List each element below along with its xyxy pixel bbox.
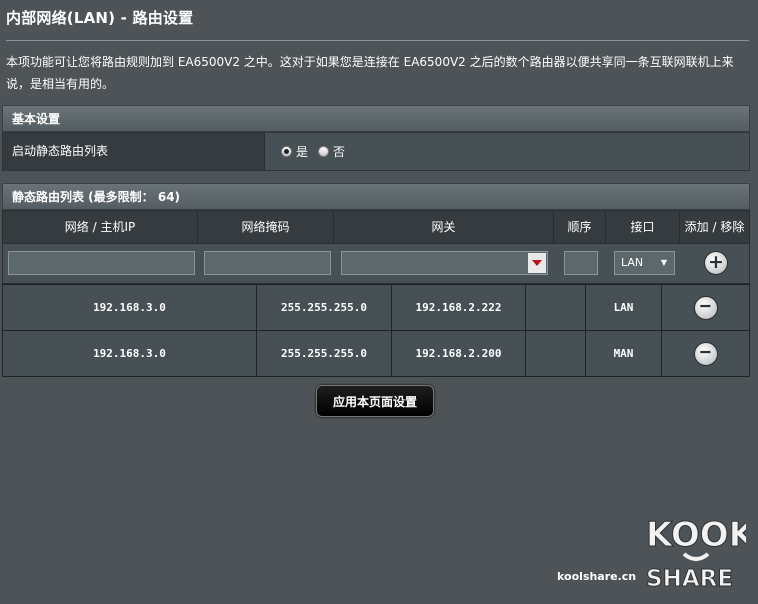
radio-no-label[interactable]: 否 (333, 143, 345, 160)
route-list-header: 静态路由列表 (最多限制： 64) (2, 183, 750, 210)
page-title: 内部网络(LAN) - 路由设置 (6, 9, 194, 27)
chevron-down-icon[interactable] (528, 253, 546, 273)
logo-top-text: KOOK (646, 515, 746, 555)
plus-circle-icon[interactable]: + (704, 251, 728, 275)
cell-gateway: 192.168.2.200 (392, 331, 526, 376)
route-table-header: 网络 / 主机IP 网络掩码 网关 顺序 接口 添加 / 移除 (2, 210, 750, 244)
col-network: 网络 / 主机IP (3, 211, 198, 243)
table-row: 192.168.3.0 255.255.255.0 192.168.2.200 … (3, 331, 749, 376)
radio-no[interactable] (318, 146, 330, 157)
radio-yes-label[interactable]: 是 (296, 143, 308, 160)
network-ip-input[interactable] (8, 251, 195, 275)
gateway-select[interactable] (341, 251, 548, 275)
metric-input[interactable] (564, 251, 598, 275)
interface-select-value: LAN (621, 256, 644, 269)
col-interface: 接口 (606, 211, 680, 243)
apply-button[interactable]: 应用本页面设置 (316, 385, 434, 417)
radio-yes[interactable] (281, 146, 292, 157)
col-gateway: 网关 (334, 211, 554, 243)
col-add-remove: 添加 / 移除 (684, 220, 745, 234)
page-description: 本项功能可让您将路由规则加到 EA6500V2 之中。这对于如果您是连接在 EA… (6, 55, 734, 91)
koolshare-logo: KOOK SHARE (646, 515, 747, 593)
route-input-row: LAN ▼ + (2, 244, 750, 284)
static-route-radio-group: 是 否 (281, 143, 351, 160)
cell-network: 192.168.3.0 (3, 285, 257, 330)
cell-metric (526, 331, 586, 376)
watermark-site: koolshare.cn (557, 570, 637, 583)
static-route-enable-row: 启动静态路由列表 是 否 (2, 132, 750, 171)
table-row: 192.168.3.0 255.255.255.0 192.168.2.222 … (3, 285, 749, 331)
col-metric: 顺序 (554, 211, 606, 243)
netmask-input[interactable] (204, 251, 331, 275)
minus-circle-icon[interactable]: − (693, 295, 718, 320)
cell-network: 192.168.3.0 (3, 331, 257, 376)
logo-bottom-text: SHARE (646, 566, 733, 592)
cell-gateway: 192.168.2.222 (392, 285, 526, 330)
minus-circle-icon[interactable]: − (693, 341, 718, 366)
chevron-down-icon: ▼ (660, 258, 667, 267)
cell-netmask: 255.255.255.0 (257, 285, 392, 330)
route-table: 192.168.3.0 255.255.255.0 192.168.2.222 … (2, 284, 750, 377)
static-route-enable-label: 启动静态路由列表 (3, 133, 265, 170)
cell-interface: MAN (586, 331, 662, 376)
title-divider (6, 40, 749, 41)
cell-metric (526, 285, 586, 330)
col-netmask: 网络掩码 (198, 211, 334, 243)
remove-cell: − (662, 285, 749, 330)
cell-interface: LAN (586, 285, 662, 330)
cell-netmask: 255.255.255.0 (257, 331, 392, 376)
interface-select[interactable]: LAN ▼ (614, 251, 675, 275)
basic-settings-header: 基本设置 (2, 105, 750, 132)
remove-cell: − (662, 331, 749, 376)
